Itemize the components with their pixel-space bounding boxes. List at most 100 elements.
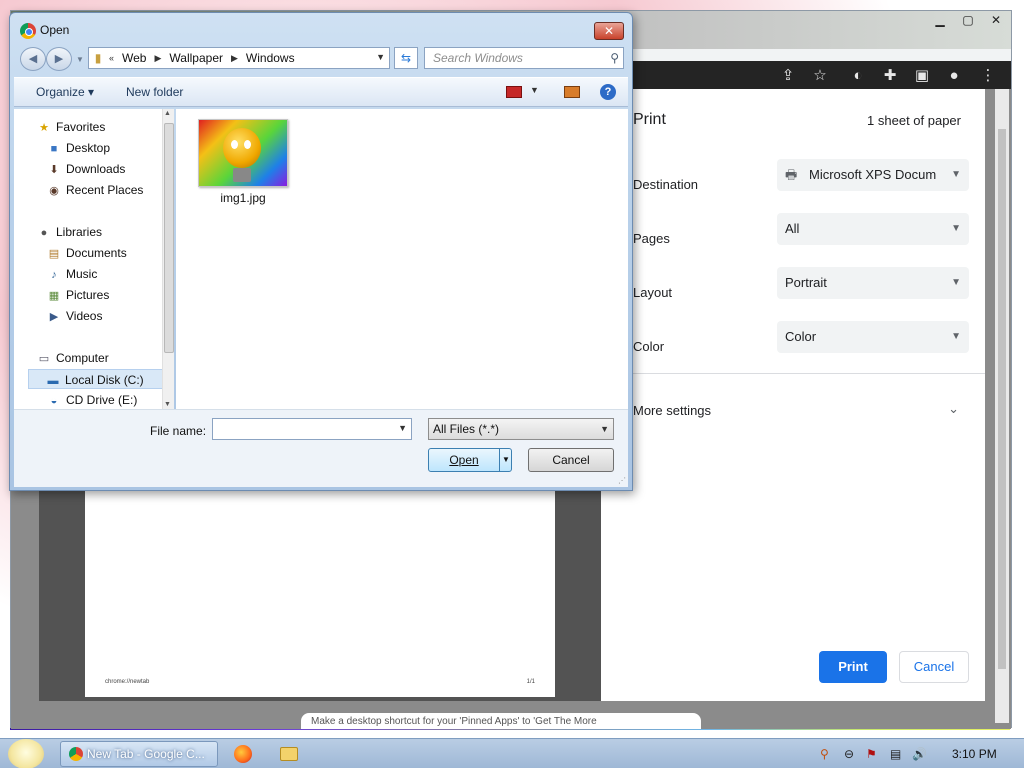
minimize-icon[interactable]: ▁: [929, 13, 951, 29]
extensions-icon[interactable]: ✚: [879, 65, 901, 87]
chevron-down-icon[interactable]: ⌄: [948, 401, 959, 417]
preview-pane-icon[interactable]: [564, 86, 580, 98]
destination-select[interactable]: 🖶 Microsoft XPS Docum ▼: [777, 159, 969, 191]
search-input[interactable]: Search Windows ⚲: [424, 47, 624, 69]
taskbar: New Tab - Google C... ⚲ ⊖ ⚑ ▤ 🔊 3:10 PM: [0, 738, 1024, 768]
open-button-label: Open: [449, 453, 479, 467]
search-icon[interactable]: ⚲: [820, 747, 829, 761]
change-view-icon[interactable]: [506, 86, 522, 98]
breadcrumb-arrow-icon[interactable]: ▶: [154, 53, 161, 64]
chevron-down-icon[interactable]: ▼: [499, 449, 512, 471]
open-file-dialog: Open ✕ ◀ ▶ ▼ ▮ « Web ▶ Wallpaper ▶ Windo…: [9, 12, 633, 491]
file-thumbnail[interactable]: [198, 119, 288, 187]
page-scrollbar[interactable]: [995, 89, 1009, 723]
navigation-pane: ★ Favorites ■ Desktop ⬇ Downloads ◉ Recent P…: [14, 109, 174, 409]
sidebar-item-libraries[interactable]: ● Libraries: [36, 222, 182, 242]
file-name[interactable]: img1.jpg: [198, 191, 288, 205]
pictures-icon: ▦: [48, 290, 60, 302]
maximize-icon[interactable]: ▢: [957, 13, 979, 29]
chevron-down-icon[interactable]: ▼: [530, 85, 539, 95]
share-icon[interactable]: ⇪: [777, 65, 799, 87]
preview-footer-page: 1/1: [526, 679, 535, 685]
scroll-up-icon[interactable]: ▲: [164, 110, 171, 117]
chevron-down-icon: ▼: [951, 223, 961, 234]
history-dropdown-icon[interactable]: ▼: [76, 55, 84, 64]
drive-icon: ▬: [47, 375, 59, 387]
more-settings-toggle[interactable]: More settings: [633, 403, 711, 418]
pages-value: All: [785, 221, 800, 236]
pages-select[interactable]: All ▼: [777, 213, 969, 245]
print-settings-panel: Print 1 sheet of paper Destination 🖶 Mic…: [601, 89, 985, 701]
pages-label: Pages: [633, 231, 670, 246]
nav-scrollbar[interactable]: ▲ ▼: [162, 109, 174, 409]
bottom-notification: Make a desktop shortcut for your 'Pinned…: [301, 713, 701, 729]
organize-button[interactable]: Organize ▾: [36, 85, 94, 99]
start-button[interactable]: [8, 739, 44, 768]
file-name-label: File name:: [150, 424, 207, 438]
layout-select[interactable]: Portrait ▼: [777, 267, 969, 299]
print-button[interactable]: Print: [819, 651, 887, 683]
tray-icon[interactable]: ⊖: [844, 747, 854, 761]
back-arrow-icon[interactable]: ◀: [20, 47, 46, 71]
breadcrumb-windows[interactable]: Windows: [246, 51, 295, 65]
menu-icon[interactable]: ⋮: [977, 65, 999, 87]
search-icon[interactable]: ⚲: [610, 48, 619, 68]
color-select[interactable]: Color ▼: [777, 321, 969, 353]
forward-arrow-icon[interactable]: ▶: [46, 47, 72, 71]
file-list: img1.jpg: [176, 109, 628, 409]
cancel-button[interactable]: Cancel: [528, 448, 614, 472]
avatar-icon[interactable]: ●: [943, 65, 965, 87]
file-type-value: All Files (*.*): [433, 422, 500, 436]
open-button[interactable]: Open ▼: [428, 448, 512, 472]
resize-grip-icon[interactable]: ⋰: [618, 476, 626, 485]
dialog-title: Open: [40, 23, 70, 37]
close-icon[interactable]: ✕: [985, 13, 1007, 29]
profile-flag-icon[interactable]: ◐: [847, 65, 869, 87]
folder-icon[interactable]: [280, 747, 298, 761]
scroll-down-icon[interactable]: ▼: [164, 401, 171, 408]
chevron-down-icon[interactable]: ▼: [376, 52, 385, 62]
sheet-count: 1 sheet of paper: [867, 113, 961, 128]
star-icon[interactable]: ☆: [809, 65, 831, 87]
file-type-filter[interactable]: All Files (*.*) ▼: [428, 418, 614, 440]
side-panel-icon[interactable]: ▣: [911, 65, 933, 87]
layout-value: Portrait: [785, 275, 827, 290]
cancel-print-button[interactable]: Cancel: [899, 651, 969, 683]
file-name-field[interactable]: ▼: [212, 418, 412, 440]
network-icon[interactable]: ▤: [890, 747, 901, 761]
destination-label: Destination: [633, 177, 699, 192]
clock[interactable]: 3:10 PM: [952, 747, 997, 761]
chevron-down-icon: ▼: [951, 277, 961, 288]
help-icon[interactable]: ?: [600, 84, 616, 100]
preview-page: chrome://newtab 1/1: [85, 489, 555, 697]
breadcrumb-arrow-icon[interactable]: ▶: [231, 53, 238, 64]
sidebar-item-local-disk[interactable]: ▬ Local Disk (C:): [28, 369, 174, 389]
firefox-icon[interactable]: [234, 745, 252, 763]
new-folder-button[interactable]: New folder: [126, 85, 183, 99]
music-icon: ♪: [51, 269, 57, 281]
scrollbar-thumb[interactable]: [164, 123, 174, 353]
thumbnail-face: [223, 128, 261, 168]
taskbar-item-chrome[interactable]: New Tab - Google C...: [60, 741, 218, 767]
sidebar-item-computer[interactable]: ▭ Computer: [36, 348, 182, 368]
close-icon[interactable]: ✕: [594, 22, 624, 40]
overflow-chevron-icon[interactable]: «: [109, 53, 114, 63]
refresh-icon[interactable]: ⇆: [394, 47, 418, 69]
chevron-down-icon[interactable]: ▼: [398, 423, 407, 433]
preview-footer-url: chrome://newtab: [105, 679, 150, 685]
action-center-icon[interactable]: ⚑: [866, 747, 877, 761]
print-title: Print: [633, 111, 666, 128]
address-bar[interactable]: ▮ « Web ▶ Wallpaper ▶ Windows ▼: [88, 47, 390, 69]
scrollbar-thumb[interactable]: [998, 129, 1006, 669]
breadcrumb-wallpaper[interactable]: Wallpaper: [169, 51, 223, 65]
volume-icon[interactable]: 🔊: [912, 747, 927, 761]
sidebar-item-favorites[interactable]: ★ Favorites: [36, 117, 182, 137]
dialog-footer: File name: ▼ All Files (*.*) ▼ Open ▼ Ca…: [14, 409, 628, 487]
star-icon: ★: [39, 122, 49, 134]
window-controls: ▁ ▢ ✕: [929, 13, 1007, 29]
search-placeholder: Search Windows: [433, 51, 523, 65]
downloads-icon: ⬇: [49, 164, 59, 176]
chevron-down-icon[interactable]: ▼: [600, 419, 609, 439]
breadcrumb-web[interactable]: Web: [122, 51, 146, 65]
folder-icon: ▮: [94, 51, 102, 65]
